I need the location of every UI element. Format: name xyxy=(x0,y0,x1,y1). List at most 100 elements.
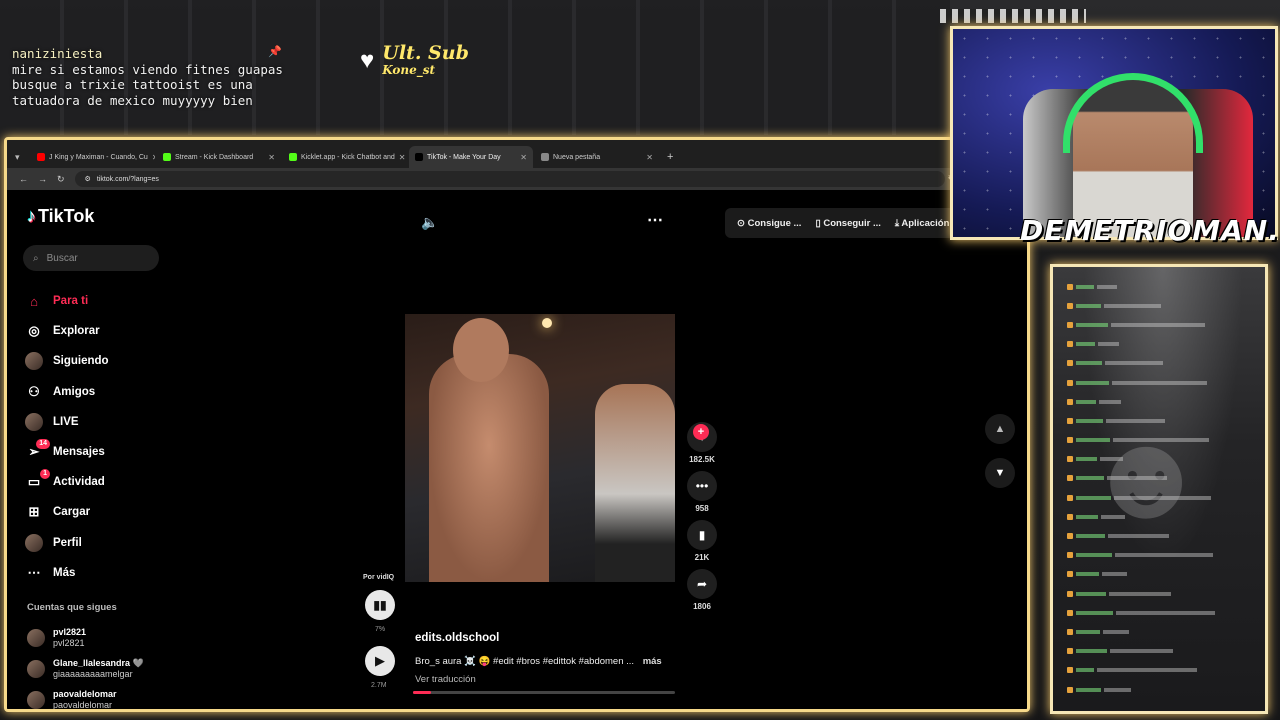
tiktok-logo[interactable]: ♪ TikTok xyxy=(27,206,94,227)
chat-username-blur xyxy=(1076,457,1097,462)
browser-tab[interactable]: J King y Maximan - Cuando, Cu ✕ xyxy=(31,146,155,168)
chat-username-blur xyxy=(1076,418,1103,423)
close-tab-icon[interactable]: ✕ xyxy=(520,153,527,162)
comment-action[interactable]: ••• 958 xyxy=(685,471,719,513)
new-tab-button[interactable]: + xyxy=(661,146,679,168)
share-action[interactable]: ➦ 1806 xyxy=(685,569,719,611)
sidebar-item-más[interactable]: ⋯ Más xyxy=(25,558,109,588)
sidebar-item-actividad[interactable]: ▭ 1 Actividad xyxy=(25,467,109,497)
browser-tab[interactable]: Nueva pestaña ✕ xyxy=(535,146,659,168)
profile-avatar-icon xyxy=(25,533,43,552)
chat-badge-icon xyxy=(1067,609,1073,616)
share-icon[interactable]: ➦ xyxy=(687,569,717,599)
app-button[interactable]: ⤓ Aplicación xyxy=(895,218,950,229)
sidebar-item-amigos[interactable]: ⚇ Amigos xyxy=(25,377,109,407)
sidebar-item-label: Mensajes xyxy=(53,446,105,459)
sidebar-item-label: LIVE xyxy=(53,415,79,428)
chat-username-blur xyxy=(1076,380,1109,385)
following-account[interactable]: paovaldelomar paovaldelomar xyxy=(27,684,144,709)
vidiq-stats-button[interactable]: ▮▮ xyxy=(365,590,395,620)
webcam-feed xyxy=(950,26,1278,240)
following-account[interactable]: pvl2821 pvl2821 xyxy=(27,622,144,653)
chat-username-blur xyxy=(1076,495,1111,500)
play-icon[interactable]: ▶ xyxy=(365,646,395,676)
volume-icon[interactable]: 🔈 xyxy=(421,214,438,231)
chat-line xyxy=(1067,315,1263,334)
sidebar-item-live[interactable]: LIVE xyxy=(25,407,109,437)
chat-badge-icon xyxy=(1067,552,1073,559)
chat-line xyxy=(1067,507,1263,526)
chat-text-blur xyxy=(1109,591,1171,596)
close-tab-icon[interactable]: ✕ xyxy=(646,153,653,162)
save-count: 21K xyxy=(694,553,710,562)
video-caption: Bro_s aura ☠️ 😝 #edit #bros #edittok #ab… xyxy=(415,656,635,667)
following-title: Cuentas que sigues xyxy=(27,602,117,613)
tab-search-icon[interactable]: ▾ xyxy=(15,146,29,168)
sidebar-item-explorar[interactable]: ◎ Explorar xyxy=(25,316,109,346)
chat-text-blur xyxy=(1115,553,1213,558)
save-action[interactable]: ▮ 21K xyxy=(685,520,719,562)
browser-tab[interactable]: Stream - Kick Dashboard ✕ xyxy=(157,146,281,168)
overlay-chat-message: naniziniesta mire si estamos viendo fitn… xyxy=(12,46,283,108)
browser-tab[interactable]: Kicklet.app - Kick Chatbot and ✕ xyxy=(283,146,407,168)
chat-line xyxy=(1067,526,1263,545)
close-tab-icon[interactable]: ✕ xyxy=(152,153,155,162)
chat-line xyxy=(1067,411,1263,430)
search-input[interactable]: ⌕ Buscar xyxy=(23,245,159,271)
sidebar-item-mensajes[interactable]: ➢ 14 Mensajes xyxy=(25,437,109,467)
close-tab-icon[interactable]: ✕ xyxy=(399,153,406,162)
chat-text-blur xyxy=(1105,361,1163,366)
account-name: pvl2821 xyxy=(53,626,87,637)
chat-badge-icon xyxy=(1067,360,1073,367)
chat-badge-icon xyxy=(1067,667,1073,674)
sidebar-item-para-ti[interactable]: ⌂ Para ti xyxy=(25,286,109,316)
more-options-icon[interactable]: ⋯ xyxy=(647,210,663,230)
forward-icon[interactable]: → xyxy=(38,174,47,184)
chat-badge-icon xyxy=(1067,379,1073,386)
site-info-icon[interactable]: ⚙ xyxy=(85,175,91,183)
video-author[interactable]: edits.oldschool xyxy=(415,632,499,644)
tab-favicon-icon xyxy=(541,153,549,161)
share-count: 1806 xyxy=(693,602,711,611)
reload-icon[interactable]: ↻ xyxy=(57,174,65,185)
back-icon[interactable]: ← xyxy=(19,174,28,184)
more-link[interactable]: más xyxy=(643,656,662,667)
next-video-button[interactable]: ▼ xyxy=(985,458,1015,488)
chat-badge-icon xyxy=(1067,302,1073,309)
tab-title: Nueva pestaña xyxy=(553,153,601,161)
save-icon[interactable]: ▮ xyxy=(687,520,717,550)
sidebar-item-perfil[interactable]: Perfil xyxy=(25,528,109,558)
chat-text-blur xyxy=(1099,399,1121,404)
account-handle: pvl2821 xyxy=(53,637,85,648)
video-progress-bar[interactable] xyxy=(413,691,675,694)
sidebar-item-label: Siguiendo xyxy=(53,355,109,368)
vidiq-label: Por vidIQ xyxy=(363,574,395,581)
account-handle: giaaaaaaaaamelgar xyxy=(53,668,133,679)
notification-badge: 1 xyxy=(40,469,50,480)
video-player[interactable] xyxy=(405,314,675,582)
sidebar-item-label: Actividad xyxy=(53,476,105,489)
home-icon: ⌂ xyxy=(30,293,38,309)
get-app-button[interactable]: ▯ Conseguir ... xyxy=(815,218,880,229)
tiktok-page: ♪ TikTok ⌕ Buscar ⌂ Para ti ◎ Explorar Sigui… xyxy=(7,190,1027,709)
chat-line xyxy=(1067,335,1263,354)
browser-tab[interactable]: TikTok - Make Your Day ✕ xyxy=(409,146,533,168)
sidebar-item-cargar[interactable]: ⊞ Cargar xyxy=(25,497,109,527)
webcam-frame-decoration xyxy=(940,9,1086,23)
chat-line xyxy=(1067,680,1263,699)
upload-icon: ⊞ xyxy=(28,504,40,520)
sidebar-item-siguiendo[interactable]: Siguiendo xyxy=(25,346,109,376)
previous-video-button[interactable]: ▲ xyxy=(985,414,1015,444)
get-coins-button[interactable]: ⊙ Consigue ... xyxy=(737,218,801,229)
sidebar-item-label: Para ti xyxy=(53,295,89,308)
street-light xyxy=(542,318,552,328)
chat-badge-icon xyxy=(1067,437,1073,444)
address-toolbar: ← → ↻ ⚙ tiktok.com/?lang=es ⇄ ⊕ ▭ ☆ ● xyxy=(7,168,1027,190)
close-tab-icon[interactable]: ✕ xyxy=(268,153,275,162)
following-account[interactable]: Glane_llalesandra 🩶 giaaaaaaaaamelgar xyxy=(27,653,144,684)
translate-link[interactable]: Ver traducción xyxy=(415,674,476,685)
follow-creator-button[interactable]: + xyxy=(693,424,709,440)
comment-icon[interactable]: ••• xyxy=(687,471,717,501)
address-bar[interactable]: ⚙ tiktok.com/?lang=es xyxy=(74,171,945,187)
chat-badge-icon xyxy=(1067,686,1073,693)
